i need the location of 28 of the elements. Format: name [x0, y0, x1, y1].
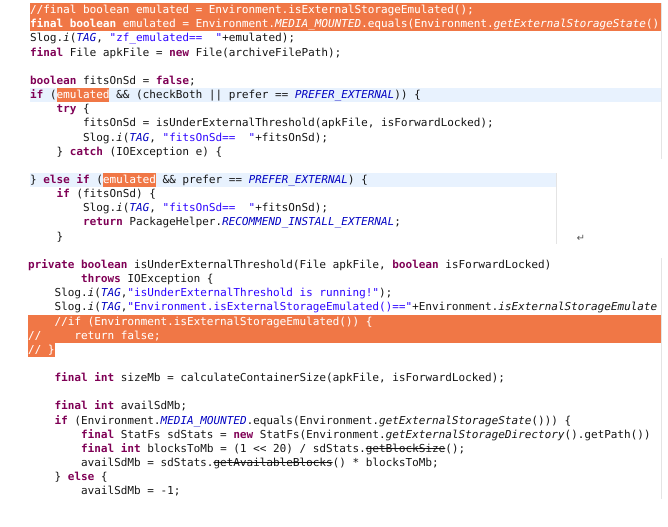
code-line: Slog.i(TAG, "fitsOnSd== "+fitsOnSd); — [82, 201, 330, 216]
code-line: // return false; — [28, 328, 661, 343]
code-line: //if (Environment.isExternalStorageEmulated()) { — [28, 314, 661, 329]
code-line: Slog.i(TAG, "zf_emulated== "+emulated); — [30, 31, 296, 46]
return-mark: ↵ — [576, 232, 585, 244]
code-line: } — [55, 230, 64, 244]
code-line: //final boolean emulated = Environment.isExternalStorageEmulated(); — [30, 3, 661, 18]
code-line: availSdMb = sdStats.getAvailableBlocks() * blocksToMb; — [80, 456, 440, 470]
code-line: } catch (IOException e) { — [55, 144, 224, 159]
code-line: Slog.i(TAG,"Environment.isExternalStorageEmulated()=="+Environment.isExternalStorageEmulate — [53, 300, 658, 315]
code-line: final File apkFile = new File(archiveFilePath); — [30, 46, 342, 60]
code-line: private boolean isUnderExternalThreshold(File apkFile, boolean isForwardLocked) — [28, 258, 552, 272]
code-line: final StatFs sdStats = new StatFs(Environment.getExternalStorageDirectory().getPath()) — [80, 428, 652, 442]
code-line: availSdMb = -1; — [80, 484, 182, 499]
code-line: fitsOnSd = isUnderExternalThreshold(apkFile, isForwardLocked); — [82, 116, 495, 130]
code-line: throws IOException { — [80, 272, 214, 286]
code-line: if (fitsOnSd) { — [55, 187, 157, 202]
code-line: final int blocksToMb = (1 << 20) / sdStats.getBlockSize(); — [80, 442, 466, 456]
code-line: Slog.i(TAG,"isUnderExternalThreshold is running!"); — [53, 286, 394, 300]
code-line: try { — [55, 102, 91, 116]
code-line: final boolean emulated = Environment.MEDIA_MOUNTED.equals(Environment.getExternalStorageState()) — [30, 17, 661, 32]
code-line: return PackageHelper.RECOMMEND_INSTALL_EXTERNAL; — [82, 215, 402, 230]
code-line: final int availSdMb; — [53, 399, 188, 414]
code-line: if (Environment.MEDIA_MOUNTED.equals(Environment.getExternalStorageState())) { — [53, 414, 572, 428]
code-line: boolean fitsOnSd = false; — [30, 74, 197, 88]
code-line: } else { — [53, 470, 108, 484]
code-line: final int sizeMb = calculateContainerSize(apkFile, isForwardLocked); — [53, 371, 506, 386]
code-line: Slog.i(TAG, "fitsOnSd== "+fitsOnSd); — [82, 130, 330, 145]
